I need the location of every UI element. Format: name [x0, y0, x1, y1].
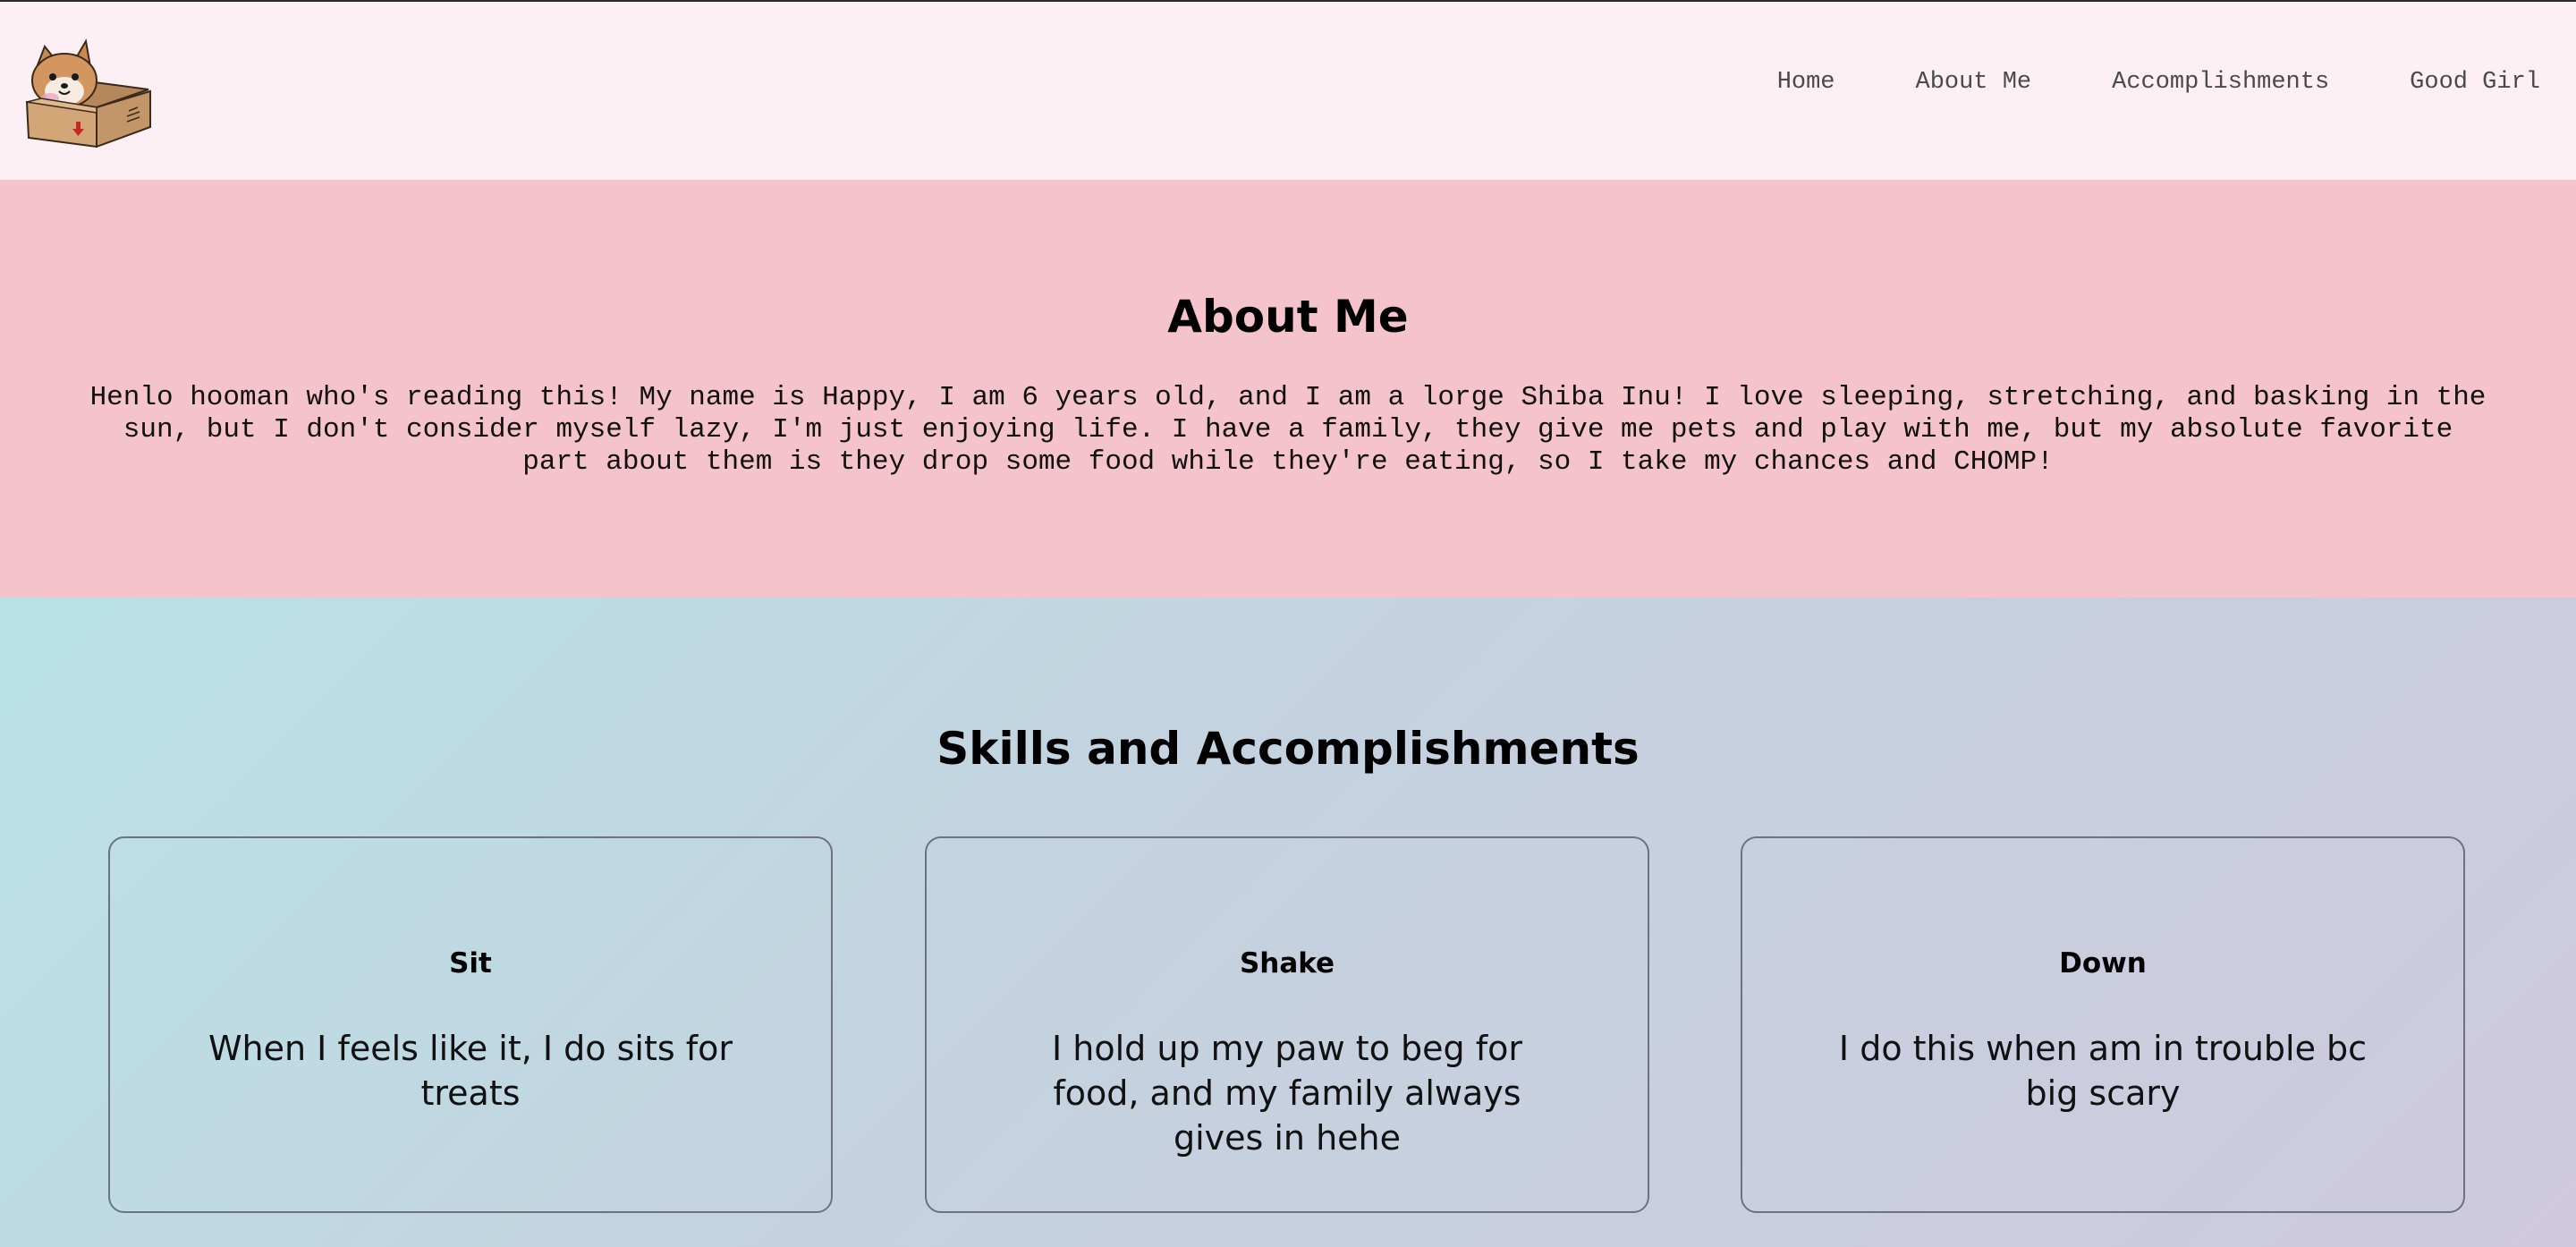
nav-link-accomplishments[interactable]: Accomplishments: [2112, 66, 2329, 98]
skill-card-title: Down: [2059, 947, 2147, 980]
skill-card-title: Shake: [1239, 947, 1335, 980]
nav-link-home[interactable]: Home: [1777, 66, 1835, 98]
about-title: About Me: [1167, 291, 1409, 343]
skill-card-text: When I feels like it, I do sits for trea…: [208, 1029, 733, 1113]
skills-section: Skills and Accomplishments Sit When I fe…: [0, 598, 2576, 1247]
skill-card-text: I hold up my paw to beg for food, and my…: [1052, 1029, 1522, 1158]
main-nav: Home About Me Accomplishments Good Girl: [1697, 66, 2540, 98]
skills-title: Skills and Accomplishments: [936, 723, 1640, 775]
skill-card-title: Sit: [449, 947, 492, 980]
site-header: Home About Me Accomplishments Good Girl: [0, 2, 2576, 180]
skill-card-text: I do this when am in trouble bc big scar…: [1838, 1029, 2368, 1113]
about-section: About Me Henlo hooman who's reading this…: [0, 180, 2576, 598]
nav-link-about-me[interactable]: About Me: [1916, 66, 2032, 98]
nav-link-good-girl[interactable]: Good Girl: [2410, 66, 2540, 98]
skill-card-sit: Sit When I feels like it, I do sits for …: [108, 836, 833, 1213]
skill-card-down: Down I do this when am in trouble bc big…: [1741, 836, 2465, 1213]
shiba-in-box-icon[interactable]: [23, 36, 156, 150]
about-text: Henlo hooman who's reading this! My name…: [89, 382, 2487, 478]
skill-card-shake: Shake I hold up my paw to beg for food, …: [925, 836, 1649, 1213]
